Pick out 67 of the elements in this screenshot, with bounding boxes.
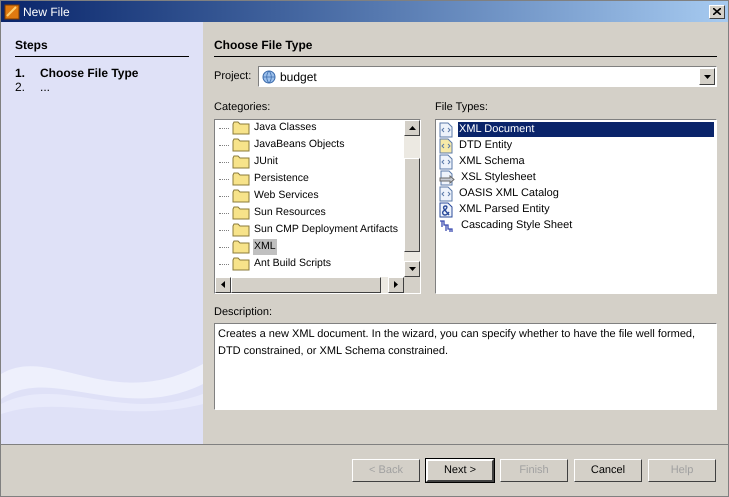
- step-label: ...: [40, 80, 50, 94]
- scrollbar-corner: [404, 276, 420, 292]
- step-label: Choose File Type: [40, 66, 138, 80]
- step-number: 1.: [15, 66, 26, 80]
- right-arrow-icon: [394, 281, 398, 288]
- dialog-button[interactable]: Cancel: [574, 459, 642, 482]
- window-title: New File: [23, 4, 71, 20]
- panel-heading: Choose File Type: [214, 36, 717, 57]
- category-item[interactable]: Java Classes: [253, 120, 318, 136]
- vertical-scrollbar[interactable]: [404, 120, 420, 276]
- up-arrow-icon: [408, 126, 416, 130]
- category-item[interactable]: Ant Build Scripts: [253, 256, 332, 272]
- document-icon: [439, 186, 453, 202]
- file-types-label: File Types:: [435, 100, 489, 115]
- category-item[interactable]: JavaBeans Objects: [253, 137, 346, 153]
- folder-icon: [232, 138, 250, 152]
- file-type-item[interactable]: Cascading Style Sheet: [460, 218, 714, 233]
- description-text: Creates a new XML document. In the wizard, you can specify whether to have the file well formed, DTD constrained, or XML Schema constrained.: [218, 328, 696, 356]
- category-item[interactable]: Sun Resources: [253, 205, 327, 221]
- document-icon: [439, 138, 453, 154]
- description-label: Description:: [214, 304, 274, 320]
- category-item[interactable]: JUnit: [253, 154, 279, 170]
- down-arrow-icon: [408, 266, 416, 270]
- folder-icon: [232, 155, 250, 169]
- category-item[interactable]: XML: [253, 239, 277, 255]
- step-number: 2.: [15, 80, 26, 94]
- project-dropdown[interactable]: budget: [258, 66, 717, 87]
- project-value: budget: [280, 68, 318, 86]
- scroll-left-button[interactable]: [215, 276, 231, 292]
- app-icon: [4, 4, 20, 20]
- folder-icon: [232, 172, 250, 186]
- horizontal-scrollbar[interactable]: [215, 276, 420, 292]
- project-label: Project:: [214, 69, 252, 84]
- file-type-item[interactable]: XSL Stylesheet: [460, 170, 714, 185]
- globe-icon: [262, 70, 276, 84]
- category-item[interactable]: Persistence: [253, 171, 310, 187]
- category-item[interactable]: Web Services: [253, 188, 320, 204]
- folder-icon: [232, 206, 250, 220]
- document-icon: [439, 154, 453, 170]
- steps-icon: [439, 218, 455, 232]
- caret-icon: [704, 74, 710, 78]
- left-arrow-icon: [221, 281, 225, 288]
- document-icon: [439, 122, 453, 138]
- file-type-item[interactable]: XML Parsed Entity: [458, 202, 714, 217]
- scroll-thumb[interactable]: [404, 158, 420, 252]
- document-arrow-icon: [439, 170, 455, 186]
- scroll-down-button[interactable]: [404, 260, 420, 276]
- file-type-item[interactable]: OASIS XML Catalog: [458, 186, 714, 201]
- close-button[interactable]: [709, 4, 725, 18]
- folder-icon: [232, 257, 250, 271]
- close-icon: [713, 8, 721, 15]
- category-item[interactable]: Sun CMP Deployment Artifacts: [253, 222, 399, 238]
- file-type-item[interactable]: XML Schema: [458, 154, 714, 169]
- steps-heading: Steps: [15, 36, 189, 57]
- folder-icon: [232, 189, 250, 203]
- ampersand-icon: [439, 202, 453, 218]
- folder-icon: [232, 223, 250, 237]
- folder-icon: [232, 121, 250, 135]
- scroll-thumb[interactable]: [231, 276, 381, 292]
- file-type-item[interactable]: XML Document: [458, 122, 714, 137]
- dialog-button[interactable]: Next >: [426, 459, 494, 482]
- file-type-item[interactable]: DTD Entity: [458, 138, 714, 153]
- folder-icon: [232, 240, 250, 254]
- categories-label: Categories:: [214, 100, 272, 115]
- scroll-up-button[interactable]: [404, 120, 420, 136]
- scroll-right-button[interactable]: [388, 276, 404, 292]
- dropdown-arrow-button[interactable]: [699, 68, 715, 85]
